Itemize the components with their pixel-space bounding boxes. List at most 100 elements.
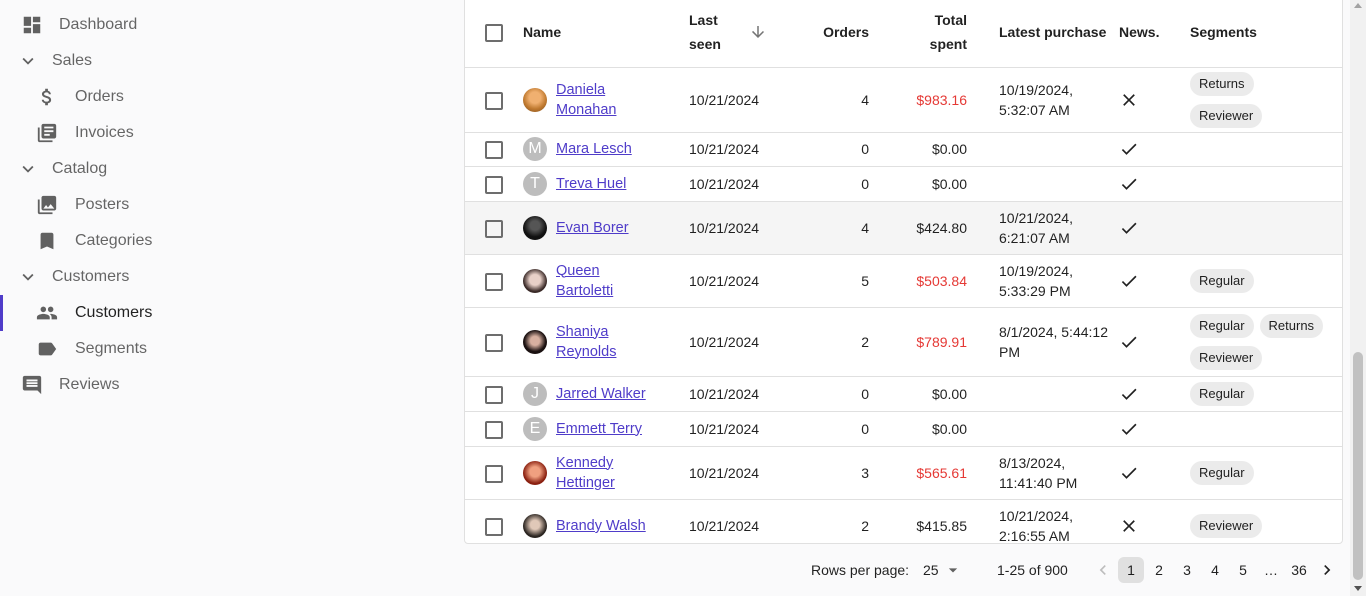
segments-cell: Regular (1186, 375, 1342, 411)
total-spent-value: $565.61 (869, 445, 967, 499)
table-row[interactable]: M Mara Lesch 10/21/2024 0 $0.00 (465, 131, 1342, 166)
avatar (523, 329, 547, 354)
row-checkbox[interactable] (485, 141, 503, 160)
customer-name-link[interactable]: Mara Lesch (556, 139, 632, 159)
avatar (523, 215, 547, 240)
row-checkbox[interactable] (485, 420, 503, 439)
row-checkbox[interactable] (485, 272, 503, 291)
column-header-latest-purchase[interactable]: Latest purchase (967, 0, 1115, 67)
rows-per-page-value: 25 (923, 562, 939, 578)
sidebar-group-customers[interactable]: Customers (0, 259, 240, 295)
table-row[interactable]: E Emmett Terry 10/21/2024 0 $0.00 (465, 410, 1342, 446)
page-button-2[interactable]: 2 (1146, 557, 1172, 583)
customer-name-link[interactable]: Queen Bartoletti (556, 261, 613, 301)
column-header-name[interactable]: Name (523, 0, 689, 67)
label-icon (35, 337, 59, 361)
sidebar-item-customers[interactable]: Customers (0, 295, 240, 331)
customer-name-link[interactable]: Daniela Monahan (556, 80, 616, 120)
newsletter-yes-icon (1115, 445, 1186, 499)
table-row[interactable]: Daniela Monahan 10/21/2024 4 $983.16 10/1… (465, 66, 1342, 132)
customer-name-link[interactable]: Treva Huel (556, 174, 626, 194)
segment-chip: Returns (1259, 313, 1324, 338)
next-page-icon[interactable] (1317, 552, 1337, 588)
sidebar-item-categories[interactable]: Categories (0, 223, 240, 259)
rows-per-page-select[interactable]: 25 (923, 552, 963, 588)
page-button-3[interactable]: 3 (1174, 557, 1200, 583)
table-row[interactable]: Kennedy Hettinger 10/21/2024 3 $565.61 8/… (465, 445, 1342, 499)
segments-cell (1186, 410, 1342, 446)
latest-purchase-value (967, 410, 1115, 446)
row-checkbox[interactable] (485, 219, 503, 238)
customer-name-link[interactable]: Brandy Walsh (556, 516, 646, 536)
customers-table-panel: Name Last seen Orders Total spent Latest p… (464, 0, 1343, 544)
header-label: Total (934, 11, 967, 28)
page-button-36[interactable]: 36 (1286, 557, 1312, 583)
sidebar-group-catalog[interactable]: Catalog (0, 151, 240, 187)
row-checkbox[interactable] (485, 175, 503, 194)
table-row[interactable]: Shaniya Reynolds 10/21/2024 2 $789.91 8/1… (465, 306, 1342, 376)
latest-purchase-value: 10/21/2024, 2:16:55 AM (967, 498, 1115, 543)
customer-name-link[interactable]: Jarred Walker (556, 384, 646, 404)
row-checkbox[interactable] (485, 91, 503, 110)
select-all-checkbox[interactable] (485, 24, 503, 43)
row-checkbox[interactable] (485, 385, 503, 404)
total-spent-value: $0.00 (869, 410, 967, 446)
sidebar-item-invoices[interactable]: Invoices (0, 115, 240, 151)
previous-page-icon[interactable] (1093, 552, 1113, 588)
scroll-down-arrow-icon[interactable] (1354, 586, 1362, 591)
pagination-bar: Rows per page: 25 1-25 of 900 1 2 3 4 5 … (464, 552, 1343, 588)
customer-name-link[interactable]: Kennedy Hettinger (556, 453, 615, 493)
segments-cell (1186, 165, 1342, 201)
row-checkbox[interactable] (485, 333, 503, 352)
people-icon (35, 301, 59, 325)
segment-chip: Reviewer (1190, 345, 1263, 370)
table-row[interactable]: Evan Borer 10/21/2024 4 $424.80 10/21/20… (465, 200, 1342, 254)
sidebar-item-label: Reviews (59, 376, 120, 393)
latest-purchase-value: 8/1/2024, 5:44:12 PM (967, 306, 1115, 376)
page-button-1[interactable]: 1 (1118, 557, 1144, 583)
sidebar-group-sales[interactable]: Sales (0, 43, 240, 79)
newsletter-no-icon (1115, 498, 1186, 543)
table-row[interactable]: Brandy Walsh 10/21/2024 2 $415.85 10/21/… (465, 498, 1342, 543)
customer-name-link[interactable]: Evan Borer (556, 218, 629, 238)
segments-cell: Regular (1186, 253, 1342, 307)
sidebar-item-orders[interactable]: Orders (0, 79, 240, 115)
avatar (523, 513, 547, 538)
segments-cell (1186, 200, 1342, 254)
image-collection-icon (35, 193, 59, 217)
column-header-orders[interactable]: Orders (789, 0, 869, 67)
customer-name-link[interactable]: Emmett Terry (556, 419, 642, 439)
column-header-segments: Segments (1186, 0, 1342, 67)
page-button-4[interactable]: 4 (1202, 557, 1228, 583)
sort-descending-icon[interactable] (749, 23, 767, 41)
customer-name-link[interactable]: Shaniya Reynolds (556, 322, 616, 362)
header-label: seen (689, 35, 721, 52)
latest-purchase-value: 10/21/2024, 6:21:07 AM (967, 200, 1115, 254)
sidebar-item-dashboard[interactable]: Dashboard (0, 7, 240, 43)
table-row[interactable]: J Jarred Walker 10/21/2024 0 $0.00 Regula… (465, 375, 1342, 411)
orders-value: 4 (789, 200, 869, 254)
header-label: Segments (1190, 23, 1257, 40)
column-header-total-spent[interactable]: Total spent (869, 0, 967, 67)
row-checkbox[interactable] (485, 517, 503, 536)
sidebar-item-label: Orders (75, 88, 124, 105)
column-header-newsletter[interactable]: News. (1115, 0, 1186, 67)
total-spent-value: $503.84 (869, 253, 967, 307)
chevron-down-icon (16, 157, 40, 181)
table-row[interactable]: T Treva Huel 10/21/2024 0 $0.00 (465, 165, 1342, 201)
latest-purchase-value: 10/19/2024, 5:33:29 PM (967, 253, 1115, 307)
app: Dashboard Sales Orders Invoices Catalog … (0, 0, 1366, 596)
row-checkbox[interactable] (485, 464, 503, 483)
sidebar-item-reviews[interactable]: Reviews (0, 367, 240, 403)
segments-cell (1186, 131, 1342, 166)
segment-chip: Regular (1190, 460, 1254, 485)
table-row[interactable]: Queen Bartoletti 10/21/2024 5 $503.84 10/… (465, 253, 1342, 307)
avatar (523, 87, 547, 112)
sidebar-item-segments[interactable]: Segments (0, 331, 240, 367)
total-spent-value: $789.91 (869, 306, 967, 376)
sidebar-item-posters[interactable]: Posters (0, 187, 240, 223)
page-button-5[interactable]: 5 (1230, 557, 1256, 583)
scroll-up-arrow-icon[interactable] (1354, 3, 1362, 8)
column-header-last-seen[interactable]: Last seen (689, 0, 789, 67)
scrollbar-thumb[interactable] (1353, 352, 1363, 580)
